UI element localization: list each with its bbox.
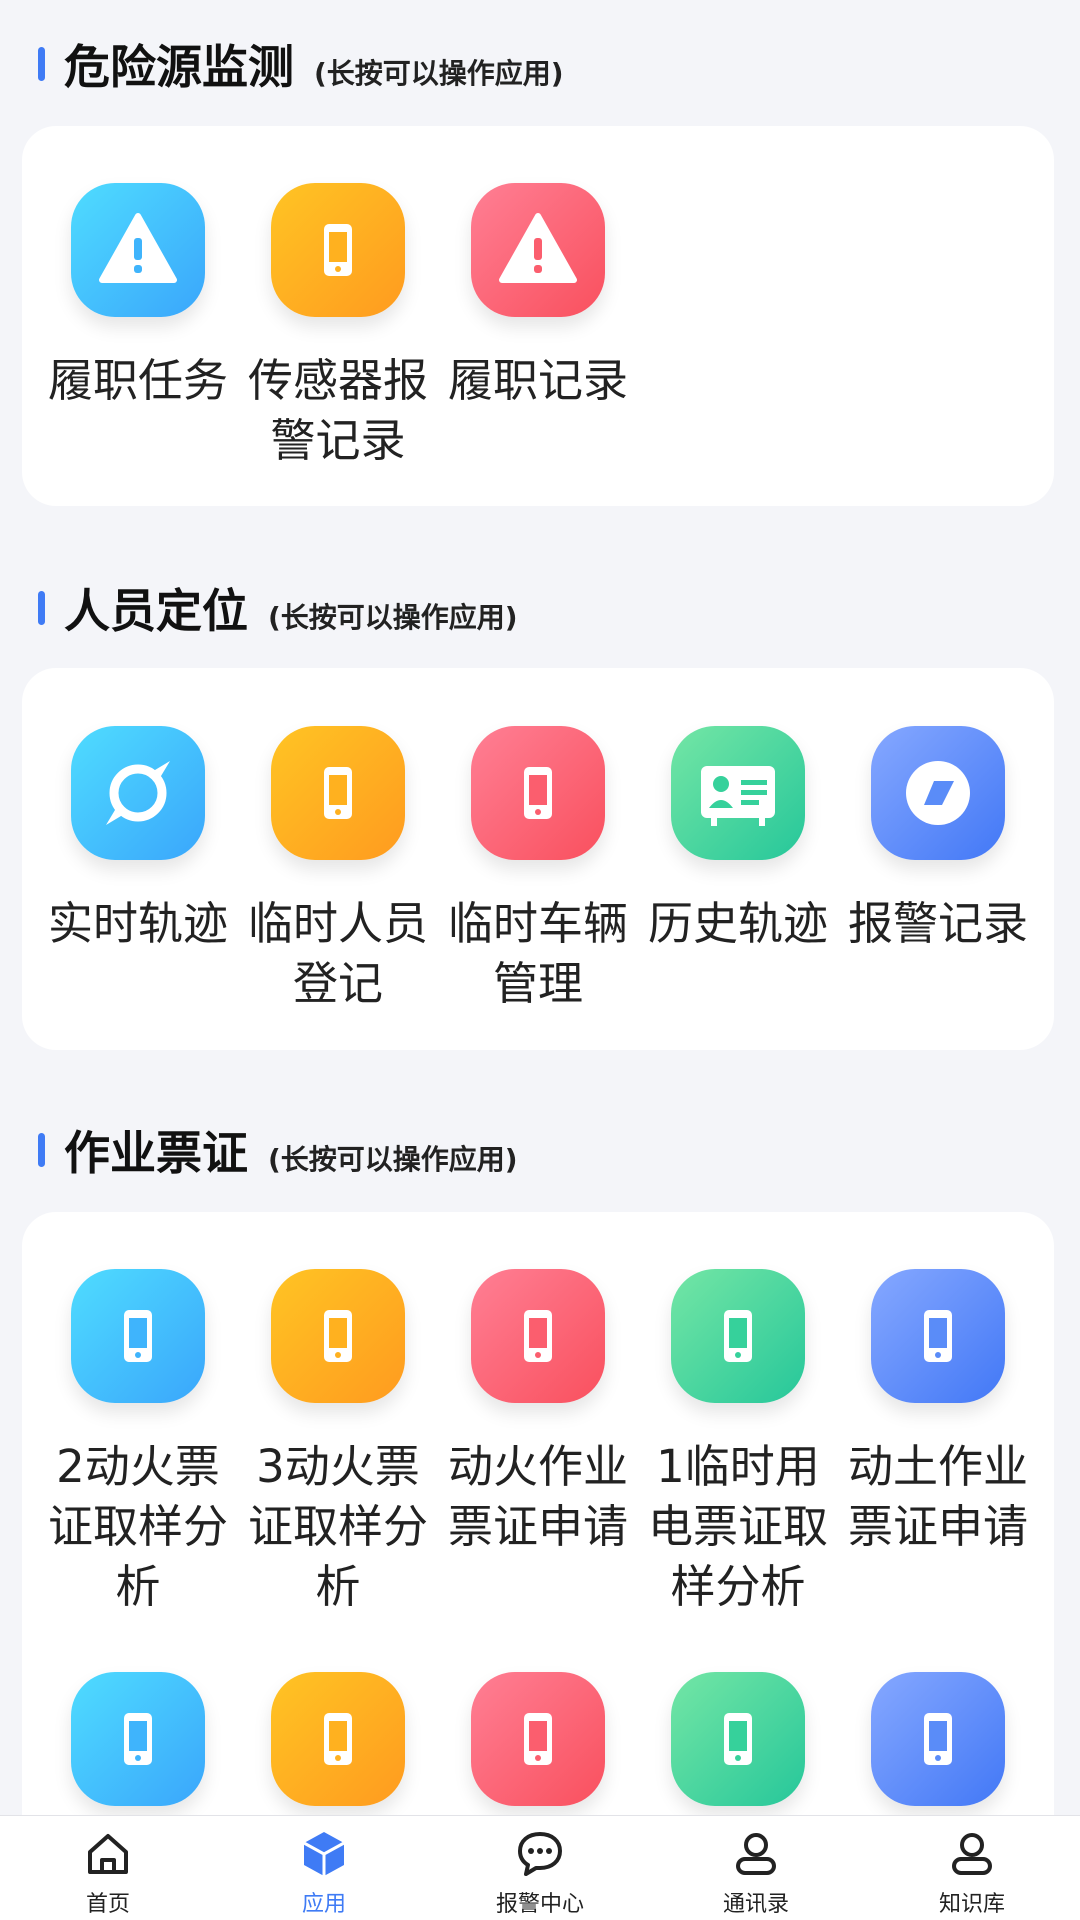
section-title: 危险源监测 [64,40,294,94]
tab-alarm-center[interactable]: 报警中心 [432,1816,648,1920]
app-tile[interactable]: 3动火票证取样分析 [238,1269,438,1617]
tab-label: 首页 [85,1892,130,1917]
tab-label: 报警中心 [495,1892,584,1917]
app-tile[interactable] [238,1672,438,1815]
app-tile[interactable]: 实时轨迹 [38,726,238,954]
app-label: 3动火票证取样分析 [247,1440,428,1613]
app-tile[interactable]: 历史轨迹 [638,726,838,954]
app-tile[interactable]: 动火作业票证申请 [438,1269,638,1557]
app-list-scroll[interactable]: 危险源监测 (长按可以操作应用) 履职任务 传感器报警记录 履职记录 人员定位 [0,0,1080,1815]
app-card-work-permits: 2动火票证取样分析 3动火票证取样分析 动火作业票证申请 1临时用电票证取样分析… [22,1212,1054,1815]
section-accent-bar [38,1133,45,1167]
app-tile[interactable] [38,1672,238,1815]
section-header-hazard-monitoring: 危险源监测 (长按可以操作应用) [0,24,1080,104]
app-label: 临时车辆管理 [447,897,628,1010]
app-page: 危险源监测 (长按可以操作应用) 履职任务 传感器报警记录 履职记录 人员定位 [0,0,1080,1920]
phone-icon [671,1269,805,1403]
phone-icon [271,1269,405,1403]
chat-icon [518,1832,562,1876]
section-accent-bar [38,47,45,81]
app-tile[interactable]: 传感器报警记录 [238,183,438,471]
app-label: 报警记录 [847,897,1028,950]
home-icon [88,1834,128,1874]
tab-apps[interactable]: 应用 [216,1816,432,1920]
section-hint: (长按可以操作应用) [268,1143,518,1176]
phone-icon [271,726,405,860]
phone-icon [871,1672,1005,1806]
section-header-work-permits: 作业票证 (长按可以操作应用) [0,1110,1080,1190]
tab-label: 应用 [301,1892,346,1917]
phone-icon [471,1269,605,1403]
section-hint: (长按可以操作应用) [314,57,564,90]
section-header-personnel-positioning: 人员定位 (长按可以操作应用) [0,568,1080,648]
phone-icon [271,183,405,317]
app-tile[interactable] [838,1672,1038,1815]
app-card-personnel-positioning: 实时轨迹 临时人员登记 临时车辆管理 历史轨迹 报警记录 [22,668,1054,1050]
app-label: 动土作业票证申请 [847,1440,1028,1553]
app-tile[interactable]: 1临时用电票证取样分析 [638,1269,838,1617]
app-tile[interactable]: 2动火票证取样分析 [38,1269,238,1617]
app-label: 实时轨迹 [47,897,228,950]
phone-icon [271,1672,405,1806]
app-tile[interactable] [638,1672,838,1815]
app-tile[interactable]: 临时人员登记 [238,726,438,1014]
warning-icon [71,183,205,317]
app-label: 动火作业票证申请 [447,1440,628,1553]
cube-icon [303,1832,345,1876]
tab-contacts[interactable]: 通讯录 [648,1816,864,1920]
app-tile[interactable]: 履职记录 [438,183,638,411]
phone-icon [471,726,605,860]
user-icon [952,1833,992,1875]
app-label: 履职任务 [47,354,228,407]
phone-icon [471,1672,605,1806]
phone-icon [871,1269,1005,1403]
app-label: 1临时用电票证取样分析 [647,1440,828,1613]
user-icon [736,1833,776,1875]
orbit-icon [71,726,205,860]
app-label: 2动火票证取样分析 [47,1440,228,1613]
phone-icon [71,1672,205,1806]
id-card-icon [671,726,805,860]
app-card-hazard-monitoring: 履职任务 传感器报警记录 履职记录 [22,126,1054,506]
app-tile[interactable]: 动土作业票证申请 [838,1269,1038,1557]
compass-icon [871,726,1005,860]
phone-icon [671,1672,805,1806]
bottom-tab-bar: 首页 应用 报警中心 通讯录 知识库 [0,1815,1080,1920]
app-tile[interactable]: 报警记录 [838,726,1038,954]
tab-knowledge-base[interactable]: 知识库 [864,1816,1080,1920]
tab-label: 通讯录 [722,1892,789,1917]
app-tile[interactable]: 履职任务 [38,183,238,411]
phone-icon [71,1269,205,1403]
tab-home[interactable]: 首页 [0,1816,216,1920]
section-hint: (长按可以操作应用) [268,601,518,634]
section-accent-bar [38,591,45,625]
app-tile[interactable] [438,1672,638,1815]
app-label: 历史轨迹 [647,897,828,950]
section-title: 人员定位 [64,584,248,638]
app-label: 传感器报警记录 [247,354,428,467]
section-title: 作业票证 [64,1126,248,1180]
tab-label: 知识库 [938,1892,1005,1917]
app-label: 临时人员登记 [247,897,428,1010]
app-label: 履职记录 [447,354,628,407]
warning-icon [471,183,605,317]
app-tile[interactable]: 临时车辆管理 [438,726,638,1014]
